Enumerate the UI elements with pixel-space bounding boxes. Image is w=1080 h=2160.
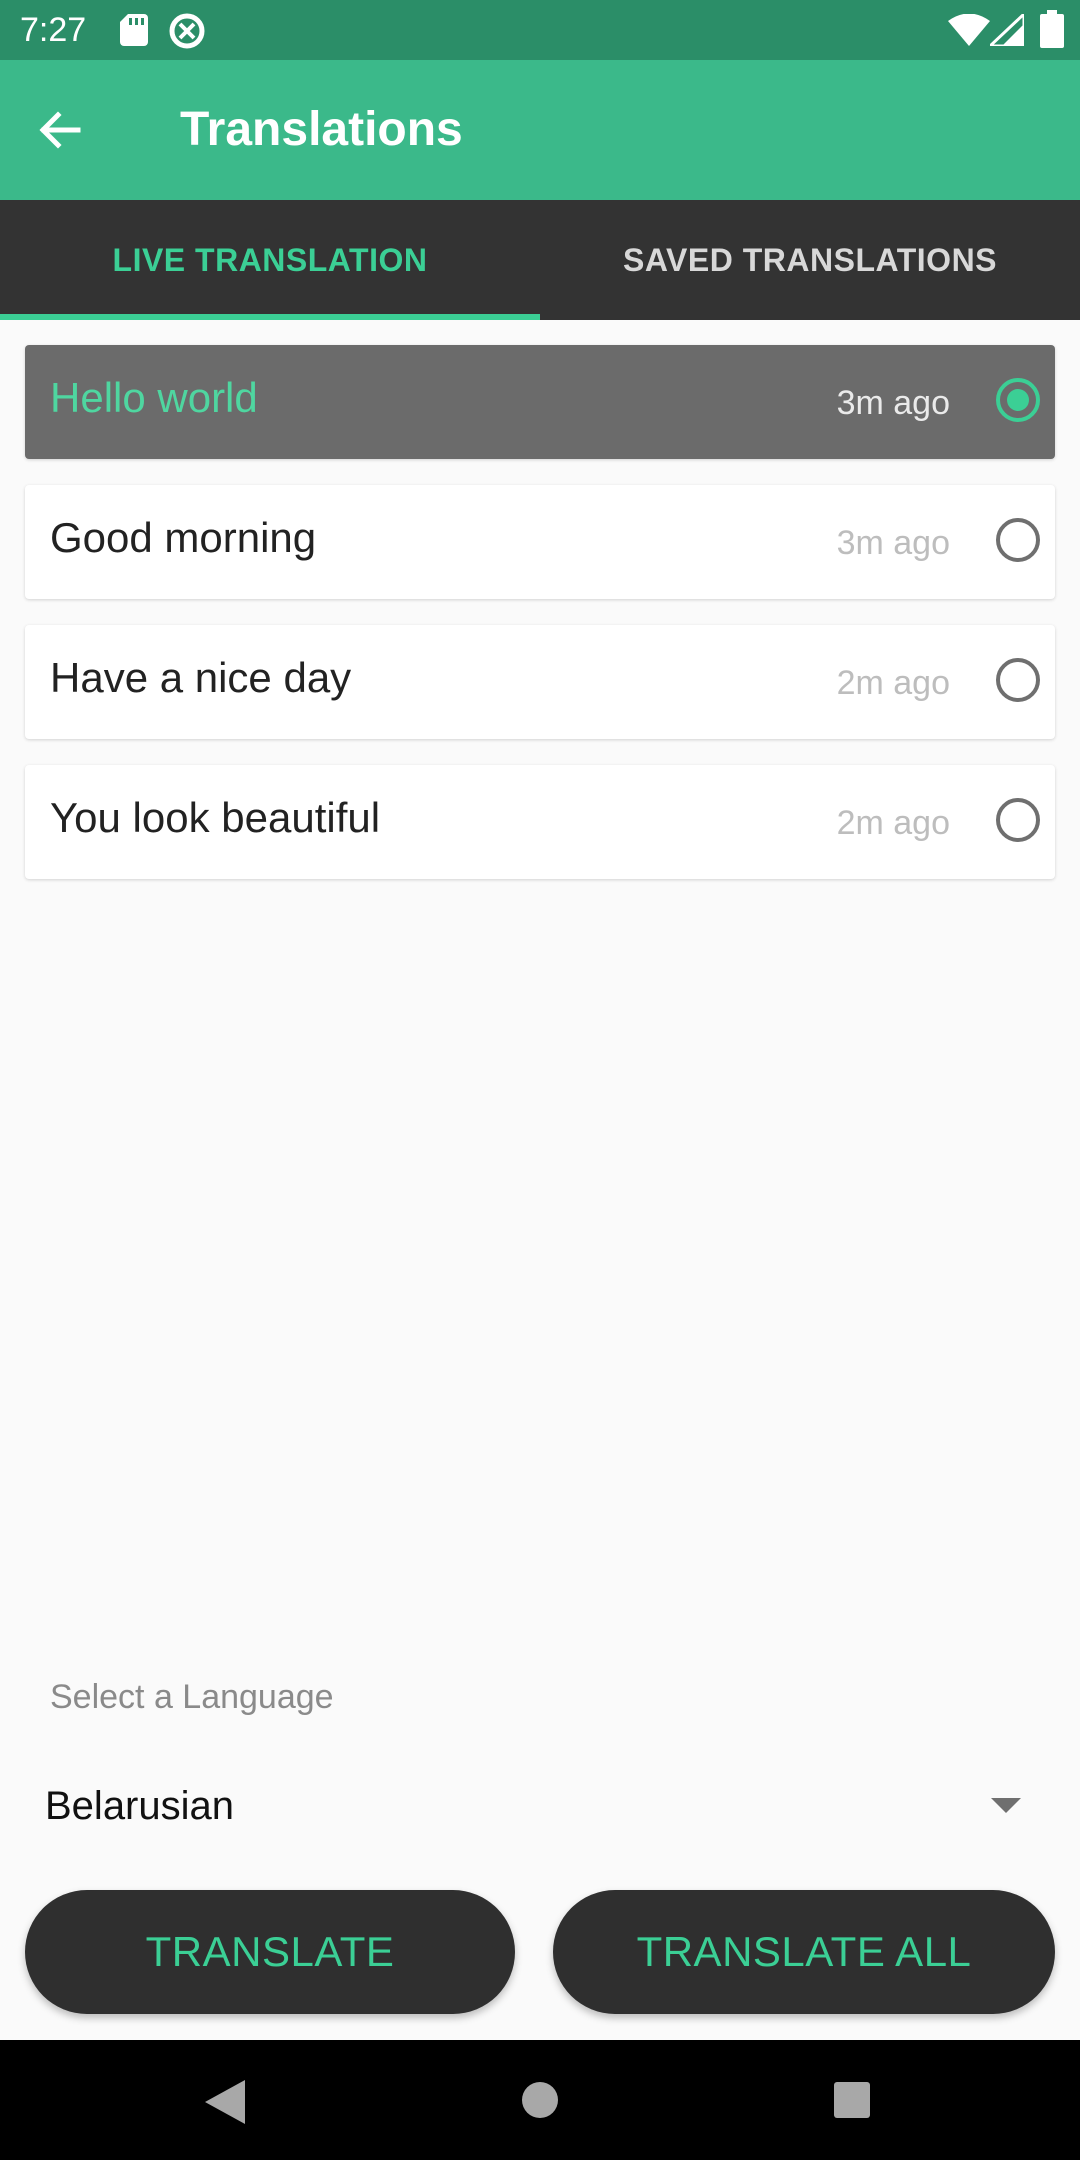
translate-button-label: TRANSLATE	[145, 1928, 395, 1975]
translate-all-button-label: TRANSLATE ALL	[636, 1928, 972, 1975]
list-item-text: Good morning	[50, 514, 317, 561]
list-item[interactable]: Good morning 3m ago	[25, 485, 1055, 599]
translate-button[interactable]: TRANSLATE	[25, 1890, 515, 2014]
tab-saved-translations-label: SAVED TRANSLATIONS	[622, 241, 998, 278]
data-saver-icon	[169, 13, 205, 49]
wifi-icon	[948, 14, 990, 46]
language-dropdown[interactable]: Belarusian	[25, 1760, 1055, 1850]
arrow-left-icon[interactable]	[30, 100, 90, 160]
list-item-text: Have a nice day	[50, 654, 352, 701]
dropdown-arrow-icon	[991, 1798, 1021, 1813]
page-title: Translations	[180, 103, 463, 156]
back-triangle-icon[interactable]	[205, 2080, 245, 2124]
status-bar: 7:27	[0, 0, 1080, 60]
list-item-time: 3m ago	[836, 384, 950, 422]
list-item-time: 3m ago	[836, 524, 950, 562]
app-bar: Translations	[0, 60, 1080, 200]
tab-active-indicator	[0, 314, 540, 320]
radio-button[interactable]	[996, 658, 1040, 702]
status-time: 7:27	[20, 11, 87, 49]
language-selected-value: Belarusian	[45, 1784, 235, 1828]
list-item-text: Hello world	[50, 374, 258, 421]
system-nav-bar	[0, 2040, 1080, 2160]
radio-dot	[1007, 389, 1029, 411]
tab-saved-translations[interactable]: SAVED TRANSLATIONS	[540, 200, 1080, 320]
list-item[interactable]: You look beautiful 2m ago	[25, 765, 1055, 879]
radio-button[interactable]	[996, 518, 1040, 562]
home-circle-icon[interactable]	[522, 2082, 558, 2118]
tab-live-translation-label: LIVE TRANSLATION	[112, 241, 428, 278]
list-item-time: 2m ago	[836, 664, 950, 702]
list-item-text: You look beautiful	[50, 794, 381, 841]
list-item-time: 2m ago	[836, 804, 950, 842]
sd-card-icon	[120, 14, 148, 46]
translate-all-button[interactable]: TRANSLATE ALL	[553, 1890, 1055, 2014]
cell-signal-icon	[990, 14, 1024, 46]
tab-bar: LIVE TRANSLATION SAVED TRANSLATIONS	[0, 200, 1080, 320]
language-label: Select a Language	[50, 1678, 334, 1716]
list-item[interactable]: Have a nice day 2m ago	[25, 625, 1055, 739]
list-item[interactable]: Hello world 3m ago	[25, 345, 1055, 459]
radio-button-selected[interactable]	[996, 378, 1040, 422]
radio-button[interactable]	[996, 798, 1040, 842]
translation-list: Hello world 3m ago Good morning 3m ago H…	[25, 345, 1055, 905]
battery-icon	[1040, 10, 1064, 48]
recents-square-icon[interactable]	[834, 2082, 870, 2118]
tab-live-translation[interactable]: LIVE TRANSLATION	[0, 200, 540, 320]
